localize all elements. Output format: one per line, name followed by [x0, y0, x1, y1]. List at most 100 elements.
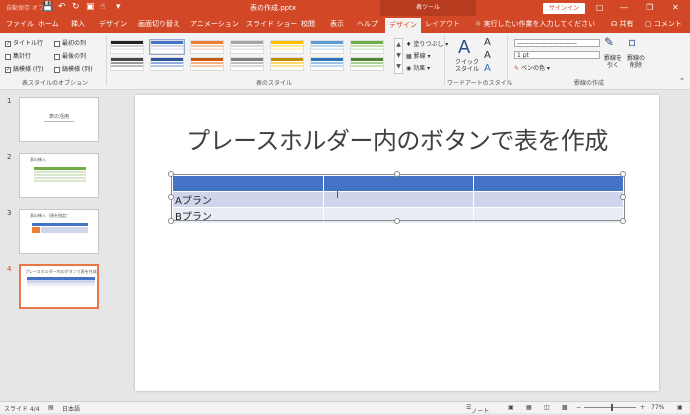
pen-weight-select[interactable]: 1 pt: [514, 51, 600, 59]
tab-view[interactable]: 表示: [330, 19, 344, 29]
slide-thumbnail[interactable]: 表の活用: [19, 97, 99, 142]
resize-handle[interactable]: [394, 171, 400, 177]
draw-table-button[interactable]: 罫線を引く: [602, 55, 624, 69]
tab-insert[interactable]: 挿入: [71, 19, 85, 29]
tell-me-search[interactable]: ☼ 実行したい作業を入力してください: [475, 19, 595, 29]
table-style-swatch[interactable]: [230, 57, 264, 71]
zoom-out-icon[interactable]: −: [576, 404, 581, 411]
table-style-swatch[interactable]: [270, 40, 304, 54]
minimize-icon[interactable]: —: [620, 2, 628, 13]
border-button[interactable]: ▦ 罫線 ▾: [406, 51, 431, 60]
tab-table-design[interactable]: デザイン: [385, 18, 421, 33]
slide-thumbnail[interactable]: 表の挿入（値を指定）: [19, 209, 99, 254]
draw-table-icon[interactable]: ✎: [604, 35, 614, 49]
tab-transitions[interactable]: 画面切り替え: [138, 19, 180, 29]
option-first-column[interactable]: 最初の列: [54, 38, 86, 47]
checkbox[interactable]: [54, 40, 60, 47]
effects-button[interactable]: ◉ 効果 ▾: [406, 63, 430, 72]
collapse-ribbon-icon[interactable]: ⌃: [679, 77, 685, 85]
table-style-swatch[interactable]: [350, 57, 384, 71]
reading-view-icon[interactable]: ◫: [544, 404, 550, 411]
resize-handle[interactable]: [168, 171, 174, 177]
table-style-swatch[interactable]: [110, 57, 144, 71]
share-button[interactable]: ☊ 共有: [611, 19, 633, 29]
slide-canvas[interactable]: プレースホルダー内のボタンで表を作成 Aプラン Bプラン I: [135, 95, 659, 391]
table-style-swatch[interactable]: [190, 40, 224, 54]
resize-handle[interactable]: [394, 218, 400, 224]
slide-table[interactable]: Aプラン Bプラン: [172, 175, 624, 224]
table-cell[interactable]: [172, 175, 324, 192]
close-icon[interactable]: ✕: [672, 2, 679, 13]
tab-file[interactable]: ファイル: [6, 19, 34, 29]
table-style-swatch[interactable]: [350, 40, 384, 54]
slideshow-view-icon[interactable]: ▩: [562, 404, 568, 411]
start-from-beginning-icon[interactable]: ▣: [86, 2, 95, 13]
normal-view-icon[interactable]: ▣: [508, 404, 514, 411]
save-icon[interactable]: 💾: [42, 2, 53, 13]
table-style-swatch[interactable]: [190, 57, 224, 71]
checkbox[interactable]: [54, 66, 60, 73]
redo-icon[interactable]: ↻: [72, 2, 80, 13]
resize-handle[interactable]: [168, 194, 174, 200]
text-effects-icon[interactable]: A: [484, 63, 491, 74]
proofing-icon[interactable]: ▤: [48, 404, 54, 411]
comment-button[interactable]: ▢ コメント: [645, 19, 682, 29]
table-style-swatch[interactable]: [310, 40, 344, 54]
table-cell[interactable]: [473, 191, 624, 208]
maximize-icon[interactable]: ❐: [646, 2, 653, 13]
checkbox[interactable]: [54, 53, 60, 60]
resize-handle[interactable]: [620, 194, 626, 200]
tab-review[interactable]: 校閲: [301, 19, 315, 29]
table-style-swatch[interactable]: [310, 57, 344, 71]
ribbon-display-icon[interactable]: □: [596, 2, 604, 13]
table-cell[interactable]: Aプラン: [172, 191, 324, 208]
table-cell[interactable]: [322, 191, 475, 208]
option-last-column[interactable]: 最後の列: [54, 51, 86, 60]
slide-title[interactable]: プレースホルダー内のボタンで表を作成: [135, 121, 659, 156]
tab-design[interactable]: デザイン: [99, 19, 127, 29]
zoom-slider[interactable]: [584, 407, 636, 408]
option-header-row[interactable]: ✓ タイトル行: [5, 38, 43, 47]
option-banded-columns[interactable]: 縞模様 (列): [54, 64, 93, 73]
slide-thumbnail-active[interactable]: プレースホルダー内のボタンで表を作成: [19, 264, 99, 309]
table-style-swatch[interactable]: [230, 40, 264, 54]
zoom-level[interactable]: 77%: [651, 404, 664, 411]
table-style-swatch[interactable]: [150, 57, 184, 71]
table-style-swatch[interactable]: [270, 57, 304, 71]
tab-animations[interactable]: アニメーション: [190, 19, 239, 29]
gallery-scroll[interactable]: ▲ ▼ ▼: [394, 38, 403, 74]
slide-thumbnail[interactable]: 表の挿入: [19, 153, 99, 198]
table-cell[interactable]: [473, 207, 624, 224]
slide-sorter-icon[interactable]: ▦: [526, 404, 532, 411]
option-total-row[interactable]: 集計行: [5, 51, 31, 60]
eraser-icon[interactable]: ▫: [628, 35, 636, 49]
pen-color-button[interactable]: ✎ ペンの色 ▾: [514, 63, 550, 72]
checkbox[interactable]: [5, 53, 11, 60]
checkbox[interactable]: ✓: [5, 40, 11, 47]
table-style-swatch[interactable]: [110, 40, 144, 54]
option-banded-rows[interactable]: ✓ 縞模様 (行): [5, 64, 44, 73]
resize-handle[interactable]: [620, 218, 626, 224]
shading-button[interactable]: ♦ 塗りつぶし ▾: [406, 39, 448, 48]
resize-handle[interactable]: [620, 171, 626, 177]
signin-button[interactable]: サインイン: [543, 3, 586, 14]
vertical-scrollbar[interactable]: [681, 91, 690, 401]
customize-qa-icon[interactable]: ▾: [116, 2, 121, 13]
table-cell[interactable]: [473, 175, 624, 192]
fit-to-window-icon[interactable]: ▣: [677, 404, 683, 411]
text-fill-icon[interactable]: A: [484, 37, 491, 48]
pen-style-select[interactable]: ——————————: [514, 39, 600, 47]
zoom-slider-knob[interactable]: [611, 404, 613, 411]
undo-icon[interactable]: ↶: [58, 2, 66, 13]
table-cell[interactable]: [322, 175, 475, 192]
quick-styles-icon[interactable]: A: [458, 37, 470, 58]
autosave-toggle[interactable]: 自動保存 オフ: [6, 3, 44, 12]
quick-styles-button[interactable]: クイック スタイル: [452, 59, 482, 73]
zoom-in-icon[interactable]: +: [640, 404, 645, 411]
notes-button[interactable]: ☰ ノート: [466, 404, 489, 415]
language-indicator[interactable]: 日本語: [62, 404, 80, 413]
tab-slideshow[interactable]: スライド ショー: [246, 19, 297, 29]
text-outline-icon[interactable]: A: [484, 50, 491, 61]
tab-home[interactable]: ホーム: [38, 19, 59, 29]
checkbox[interactable]: ✓: [5, 66, 11, 73]
